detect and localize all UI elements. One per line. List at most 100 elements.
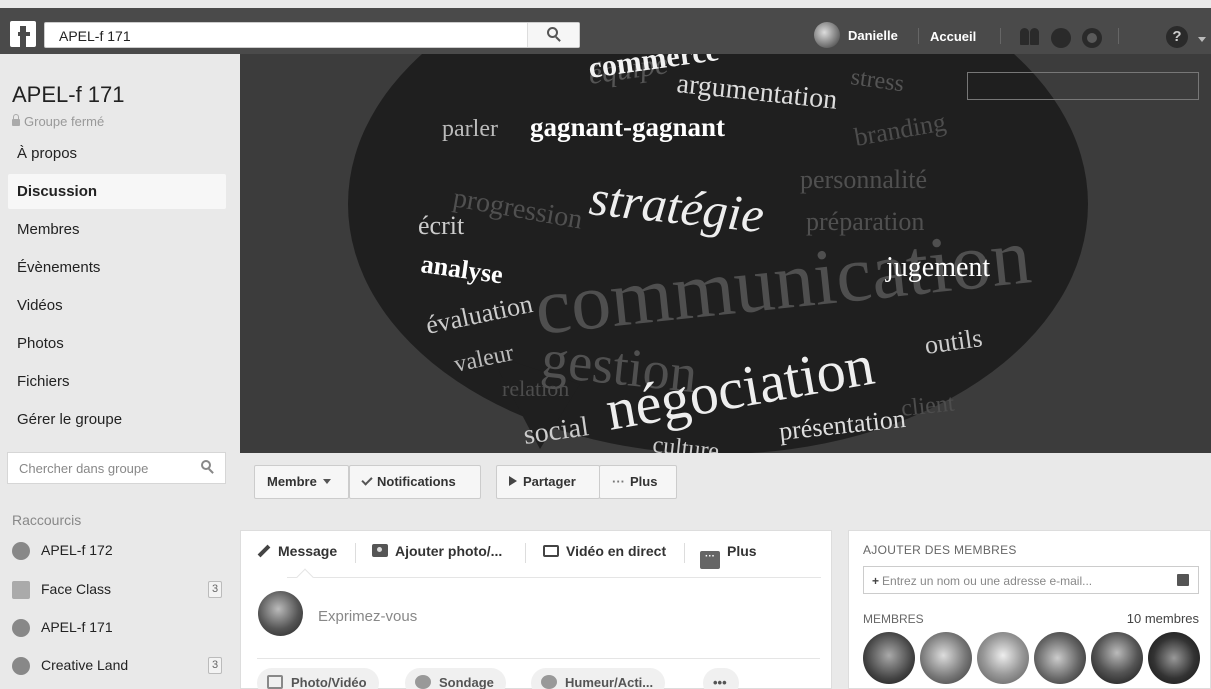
add-member-placeholder: + Entrez un nom ou une adresse e-mail... [872, 574, 1092, 588]
sidebar-item-events[interactable]: Évènements [8, 250, 226, 285]
group-privacy-label: Groupe fermé [24, 114, 105, 129]
more-attachments-button[interactable]: ••• [703, 668, 739, 689]
group-title[interactable]: APEL-f 171 [12, 82, 125, 108]
tab-message[interactable]: Message [257, 543, 337, 559]
sidebar-item-videos[interactable]: Vidéos [8, 288, 226, 323]
chevron-down-icon [322, 479, 331, 484]
cover-overlay-box [967, 72, 1199, 100]
divider [918, 28, 919, 44]
shortcut-item[interactable]: APEL-f 172 [12, 536, 226, 566]
photo-video-label: Photo/Vidéo [291, 675, 367, 689]
cloud-word: client [900, 391, 956, 422]
avatar [814, 22, 840, 48]
sidebar-item-members[interactable]: Membres [8, 212, 226, 247]
group-icon [12, 542, 30, 560]
messenger-icon[interactable] [1051, 28, 1071, 48]
avatar[interactable] [1148, 632, 1200, 684]
more-options-icon: ··· [700, 551, 720, 569]
smiley-icon [541, 675, 557, 689]
tab-more[interactable]: ··· Plus [700, 543, 757, 569]
notifications-globe-icon[interactable] [1082, 28, 1102, 48]
cloud-word: parler [442, 116, 498, 142]
cloud-word: personnalité [800, 165, 927, 194]
avatar[interactable] [920, 632, 972, 684]
note-icon[interactable] [1177, 574, 1189, 586]
add-members-panel: AJOUTER DES MEMBRES + Entrez un nom ou un… [848, 530, 1211, 689]
share-arrow-icon [509, 476, 517, 486]
search-input-value: APEL-f 171 [59, 28, 131, 44]
shortcut-label: Face Class [41, 581, 112, 597]
tab-add-photo[interactable]: Ajouter photo/... [372, 543, 502, 559]
active-tab-indicator [296, 568, 314, 586]
photo-video-button[interactable]: Photo/Vidéo [257, 668, 379, 689]
page-icon [12, 581, 30, 599]
add-members-heading: AJOUTER DES MEMBRES [863, 543, 1017, 557]
help-icon[interactable]: ? [1166, 26, 1188, 48]
lock-icon [12, 114, 20, 126]
plus-icon: + [872, 574, 880, 588]
search-button[interactable] [527, 23, 579, 47]
members-count[interactable]: 10 membres [1127, 611, 1199, 626]
feeling-activity-label: Humeur/Acti... [565, 675, 654, 689]
poll-button[interactable]: Sondage [405, 668, 506, 689]
feeling-activity-button[interactable]: Humeur/Acti... [531, 668, 666, 689]
post-composer: Message Ajouter photo/... Vidéo en direc… [240, 530, 832, 689]
post-text-input[interactable]: Exprimez-vous [318, 608, 417, 625]
member-button[interactable]: Membre [254, 465, 349, 499]
tab-live-video[interactable]: Vidéo en direct [543, 543, 666, 559]
shortcut-item[interactable]: APEL-f 171 [12, 613, 226, 643]
sidebar-item-about[interactable]: À propos [8, 136, 226, 171]
search-input[interactable]: APEL-f 171 [44, 22, 580, 48]
divider [684, 543, 685, 563]
divider [257, 658, 820, 659]
shortcut-label: APEL-f 171 [41, 619, 113, 635]
avatar[interactable] [1091, 632, 1143, 684]
search-icon [547, 27, 558, 38]
shortcuts-heading: Raccourcis [12, 512, 82, 528]
group-icon [12, 657, 30, 675]
facebook-logo-icon[interactable] [10, 21, 36, 47]
account-menu-chevron-down-icon[interactable] [1198, 37, 1206, 42]
group-privacy: Groupe fermé [12, 114, 104, 129]
share-button-label: Partager [523, 474, 576, 489]
sidebar-item-manage-group[interactable]: Gérer le groupe [8, 402, 226, 437]
divider [287, 577, 821, 578]
left-sidebar: APEL-f 171 Groupe fermé À propos Discuss… [0, 54, 240, 689]
home-link[interactable]: Accueil [930, 29, 976, 44]
word-cloud-image: équipe commerce argumentation stress par… [348, 54, 1088, 453]
tab-more-label: Plus [727, 543, 757, 559]
sidebar-item-files[interactable]: Fichiers [8, 364, 226, 399]
divider [355, 543, 356, 563]
group-search-input[interactable]: Chercher dans groupe [7, 452, 226, 484]
divider [525, 543, 526, 563]
poll-label: Sondage [439, 675, 494, 689]
avatar[interactable] [977, 632, 1029, 684]
divider [1118, 28, 1119, 44]
profile-link[interactable]: Danielle [814, 22, 898, 48]
more-button-label: Plus [630, 474, 658, 489]
sidebar-item-photos[interactable]: Photos [8, 326, 226, 361]
tab-live-video-label: Vidéo en direct [566, 543, 667, 559]
cloud-word: jugement [885, 252, 990, 283]
sidebar-item-discussion[interactable]: Discussion [8, 174, 226, 209]
friend-requests-icon[interactable] [1018, 28, 1040, 46]
add-member-placeholder-text: Entrez un nom ou une adresse e-mail... [882, 574, 1093, 588]
cloud-word: gagnant-gagnant [530, 112, 725, 142]
poll-icon [415, 675, 431, 689]
top-bar: APEL-f 171 Danielle Accueil ? [0, 8, 1211, 54]
notifications-button[interactable]: Notifications [349, 465, 481, 499]
add-member-input[interactable]: + Entrez un nom ou une adresse e-mail... [863, 566, 1199, 594]
cloud-word: écrit [418, 211, 465, 240]
shortcut-item[interactable]: Creative Land 3 [12, 651, 226, 681]
group-cover-photo[interactable]: équipe commerce argumentation stress par… [240, 54, 1211, 453]
more-button[interactable]: ··· Plus [599, 465, 677, 499]
avatar[interactable] [1034, 632, 1086, 684]
ellipsis-icon: ··· [612, 474, 625, 489]
avatar[interactable] [258, 591, 303, 636]
share-button[interactable]: Partager [496, 465, 600, 499]
check-icon [361, 474, 373, 486]
avatar[interactable] [863, 632, 915, 684]
shortcut-item[interactable]: Face Class 3 [12, 575, 226, 605]
tab-message-label: Message [278, 543, 338, 559]
cloud-word: relation [502, 376, 569, 401]
